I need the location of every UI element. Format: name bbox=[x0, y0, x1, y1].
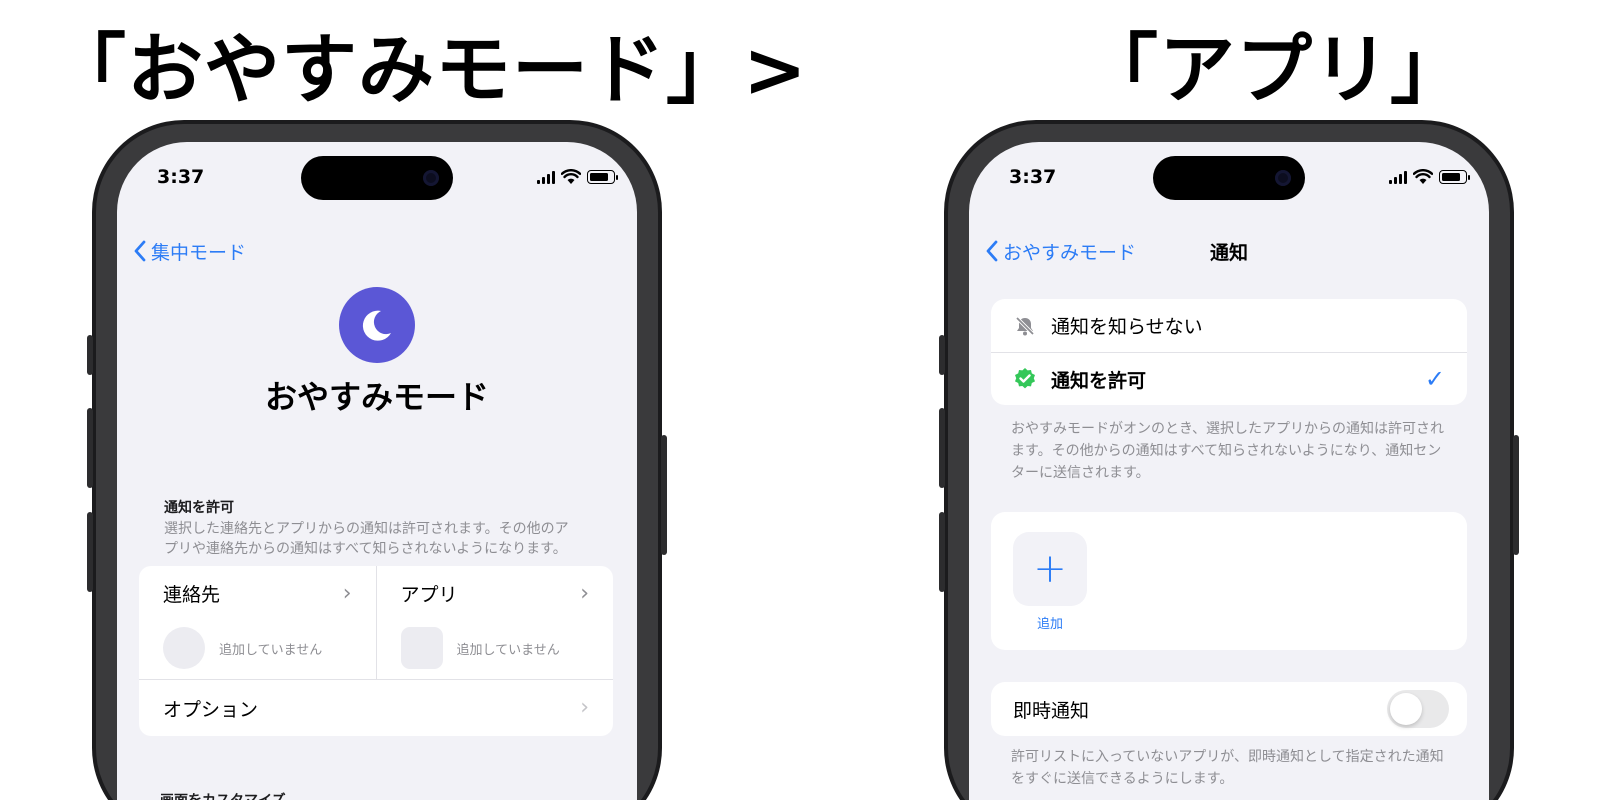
status-bar: 3:37 bbox=[157, 164, 618, 190]
allow-section-header: 通知を許可 bbox=[164, 500, 234, 516]
checkmark-icon: ✓ bbox=[1424, 365, 1445, 393]
back-button[interactable]: 集中モード bbox=[133, 238, 246, 265]
nav-title: 通知 bbox=[1209, 241, 1249, 264]
nav-bar: 集中モード bbox=[133, 234, 621, 268]
back-label: 集中モード bbox=[151, 241, 247, 264]
signal-icon bbox=[537, 170, 555, 184]
nav-bar: おやすみモード 通知 bbox=[985, 234, 1473, 268]
option-silence-notifications[interactable]: 通知を知らせない bbox=[991, 299, 1467, 352]
allowed-apps-card: + 追加 bbox=[991, 512, 1467, 650]
time-sensitive-row: 即時通知 bbox=[991, 682, 1467, 736]
contacts-cell[interactable]: 連絡先 › 追加していません bbox=[139, 566, 376, 679]
contacts-label: 連絡先 bbox=[163, 584, 221, 606]
wifi-icon bbox=[561, 169, 581, 184]
chevron-right-icon: › bbox=[580, 695, 589, 720]
app-placeholder-icon bbox=[400, 627, 443, 669]
time-sensitive-toggle[interactable] bbox=[1387, 690, 1449, 728]
checkmark-seal-icon bbox=[1013, 367, 1037, 391]
options-row[interactable]: オプション › bbox=[139, 680, 613, 736]
time-sensitive-label: 即時通知 bbox=[1013, 699, 1090, 722]
bell-slash-icon bbox=[1013, 314, 1037, 338]
headline-left: 「おやすみモード」> bbox=[50, 25, 808, 114]
contacts-empty-label: 追加していません bbox=[219, 642, 323, 658]
status-time: 3:37 bbox=[1009, 166, 1057, 188]
options-description: おやすみモードがオンのとき、選択したアプリからの通知は許可されます。その他からの… bbox=[1011, 421, 1445, 481]
volume-up-button bbox=[939, 408, 945, 488]
screen-left: 3:37 集中モード おやすみモード 通知を許可 選択した連絡先とアプリからの通… bbox=[117, 142, 637, 800]
allow-card: 連絡先 › 追加していません アプリ › 追加していません オプション › bbox=[139, 566, 613, 736]
apps-cell[interactable]: アプリ › 追加していません bbox=[375, 566, 614, 679]
wifi-icon bbox=[1413, 169, 1433, 184]
option-label: 通知を知らせない bbox=[1051, 316, 1203, 338]
battery-icon bbox=[1439, 170, 1470, 184]
add-app-button[interactable]: + bbox=[1013, 532, 1087, 606]
chevron-right-icon: › bbox=[580, 580, 589, 606]
option-label: 通知を許可 bbox=[1051, 369, 1147, 392]
option-allow-notifications[interactable]: 通知を許可 ✓ bbox=[991, 352, 1467, 405]
apps-empty-label: 追加していません bbox=[456, 642, 560, 658]
add-label: 追加 bbox=[1036, 617, 1063, 632]
headline-right: 「アプリ」 bbox=[1082, 25, 1467, 114]
contact-placeholder-avatar bbox=[163, 627, 205, 669]
time-sensitive-description: 許可リストに入っていないアプリが、即時通知として指定された通知をすぐに送信できる… bbox=[1011, 749, 1444, 787]
moon-icon bbox=[339, 287, 415, 363]
plus-icon: + bbox=[1033, 546, 1067, 592]
apps-label: アプリ bbox=[400, 584, 458, 606]
back-button[interactable]: おやすみモード bbox=[985, 238, 1136, 265]
chevron-left-icon bbox=[986, 240, 998, 262]
action-button bbox=[939, 335, 945, 375]
status-bar: 3:37 bbox=[1009, 164, 1470, 190]
focus-title: おやすみモード bbox=[264, 378, 489, 416]
phone-left: 3:37 集中モード おやすみモード 通知を許可 選択した連絡先とアプリからの通… bbox=[87, 120, 667, 800]
side-button bbox=[1513, 435, 1519, 555]
allow-section-description: 選択した連絡先とアプリからの通知は許可されます。その他のアプリや連絡先からの通知… bbox=[164, 521, 569, 557]
battery-icon bbox=[587, 170, 618, 184]
volume-down-button bbox=[87, 512, 93, 592]
chevron-left-icon bbox=[134, 240, 146, 262]
customize-section-header: 画面をカスタマイズ bbox=[160, 790, 286, 800]
side-button bbox=[661, 435, 667, 555]
screen-right: 3:37 おやすみモード 通知 通知を知らせない 通知を許可 ✓ おやすみモード… bbox=[969, 142, 1489, 800]
chevron-right-icon: › bbox=[342, 580, 352, 606]
phone-right: 3:37 おやすみモード 通知 通知を知らせない 通知を許可 ✓ おやすみモード… bbox=[939, 120, 1519, 800]
options-label: オプション bbox=[163, 698, 259, 721]
notification-mode-list: 通知を知らせない 通知を許可 ✓ bbox=[991, 299, 1467, 405]
volume-down-button bbox=[939, 512, 945, 592]
status-time: 3:37 bbox=[157, 166, 205, 188]
action-button bbox=[87, 335, 93, 375]
volume-up-button bbox=[87, 408, 93, 488]
back-label: おやすみモード bbox=[1003, 241, 1137, 264]
signal-icon bbox=[1389, 170, 1407, 184]
